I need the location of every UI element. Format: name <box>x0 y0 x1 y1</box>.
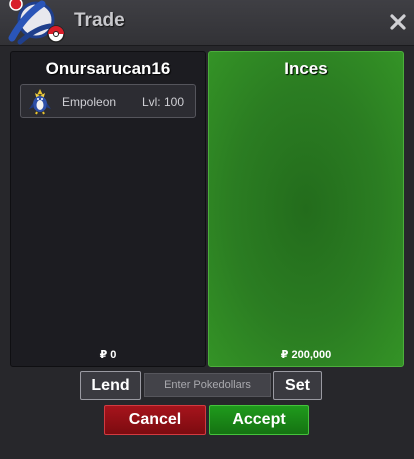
pokemon-level: Lvl: 100 <box>141 95 184 109</box>
cancel-button[interactable]: Cancel <box>104 405 206 435</box>
my-offer-panel: Onursarucan16 Empoleon Lvl: 100 ₽ 0 <box>10 51 206 367</box>
my-player-name: Onursarucan16 <box>45 59 171 78</box>
offered-pokemon-slot[interactable]: Empoleon Lvl: 100 <box>20 84 196 118</box>
partner-offered-money: ₽ 200,000 <box>280 349 332 361</box>
title-bar[interactable]: Trade <box>0 0 414 46</box>
pokeball-logo-icon <box>2 0 68 46</box>
pokedollar-input[interactable] <box>144 373 271 397</box>
my-offered-money: ₽ 0 <box>99 349 117 361</box>
partner-offer-panel: Inces ₽ 200,000 <box>208 51 404 367</box>
accept-button[interactable]: Accept <box>209 405 309 435</box>
pokemon-name: Empoleon <box>62 95 117 109</box>
lend-button[interactable]: Lend <box>80 371 141 400</box>
close-icon[interactable] <box>388 12 408 32</box>
set-button[interactable]: Set <box>273 371 322 400</box>
partner-player-name: Inces <box>284 59 328 78</box>
trade-window: Trade Onursarucan16 Empoleon Lvl: 100 ₽ … <box>0 0 414 459</box>
window-title: Trade <box>74 10 125 31</box>
empoleon-sprite-icon <box>26 87 54 115</box>
